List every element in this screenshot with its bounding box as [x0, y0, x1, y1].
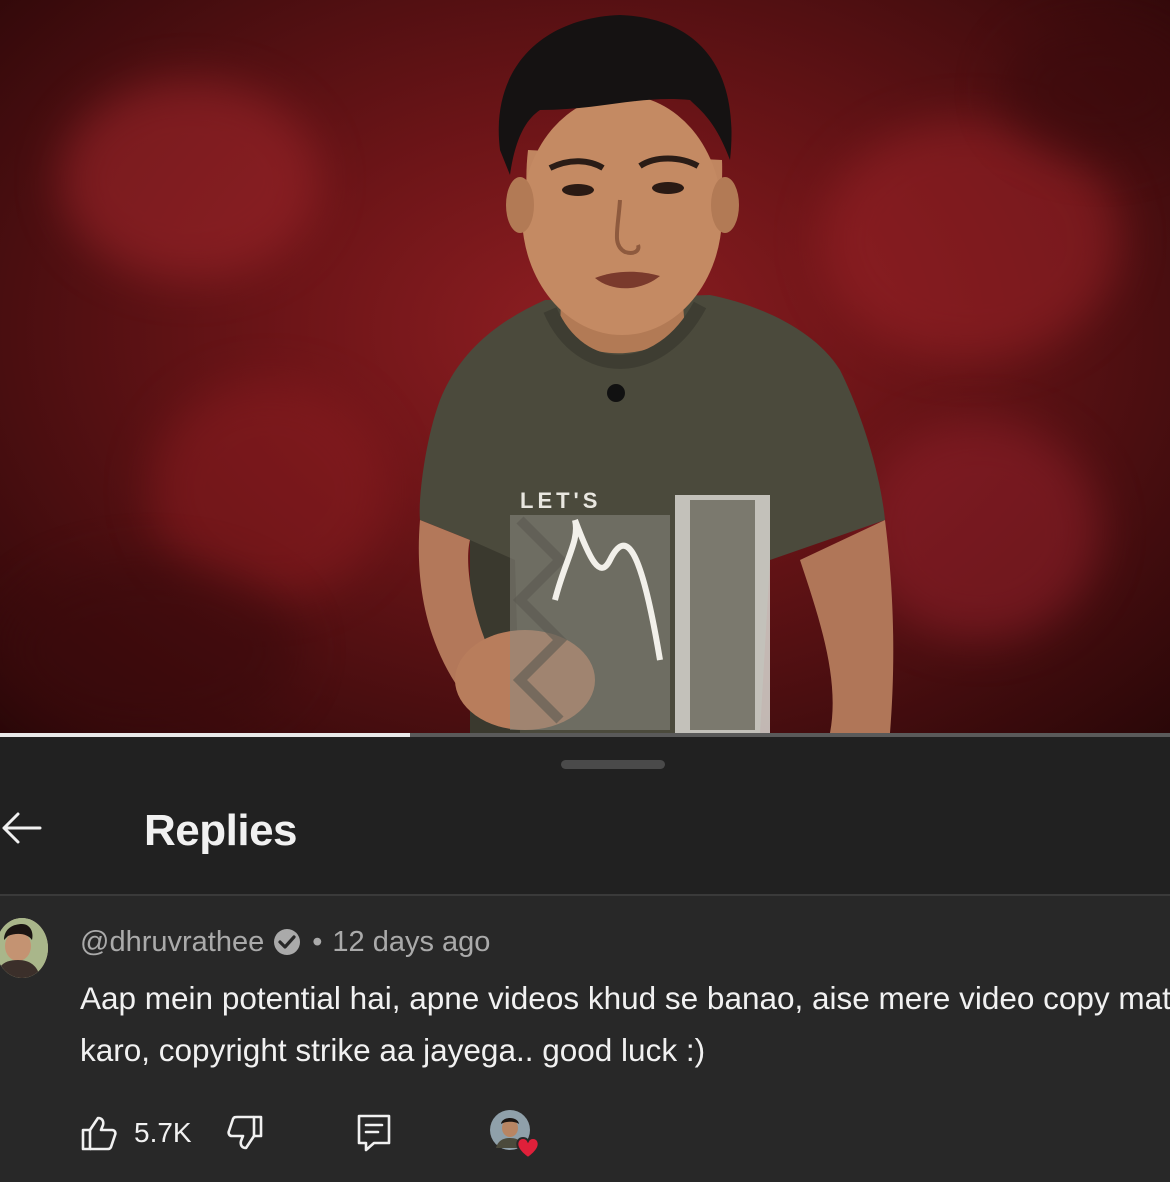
comment-timestamp[interactable]: 12 days ago: [332, 926, 490, 959]
creator-heart-icon[interactable]: [488, 1108, 546, 1160]
reply-comment-icon[interactable]: [356, 1113, 392, 1153]
video-progress-bar[interactable]: [0, 733, 1170, 737]
video-frame-person: LET'S: [418, 15, 894, 733]
verified-check-icon: [272, 927, 302, 957]
thumbs-down-icon[interactable]: [226, 1114, 264, 1152]
youtube-replies-screen: LET'S Replies @dhruvrathee • 12 days ago…: [0, 0, 1170, 1182]
page-title: Replies: [144, 806, 298, 855]
comment-body: Aap mein potential hai, apne videos khud…: [80, 980, 1170, 1068]
shirt-text: LET'S: [520, 488, 601, 513]
comment-author[interactable]: @dhruvrathee: [80, 926, 264, 959]
like-count: 5.7K: [134, 1117, 192, 1148]
sheet-drag-handle[interactable]: [561, 760, 665, 769]
comment-actions: 5.7K: [80, 1108, 392, 1158]
comment-meta: @dhruvrathee • 12 days ago: [80, 922, 490, 962]
arrow-left-icon[interactable]: [0, 806, 44, 850]
video-player[interactable]: LET'S: [0, 0, 1170, 733]
thumbs-up-icon[interactable]: [80, 1114, 118, 1152]
video-progress-fill: [0, 733, 410, 737]
replies-header: Replies: [0, 772, 1170, 894]
meta-separator: •: [312, 925, 323, 958]
